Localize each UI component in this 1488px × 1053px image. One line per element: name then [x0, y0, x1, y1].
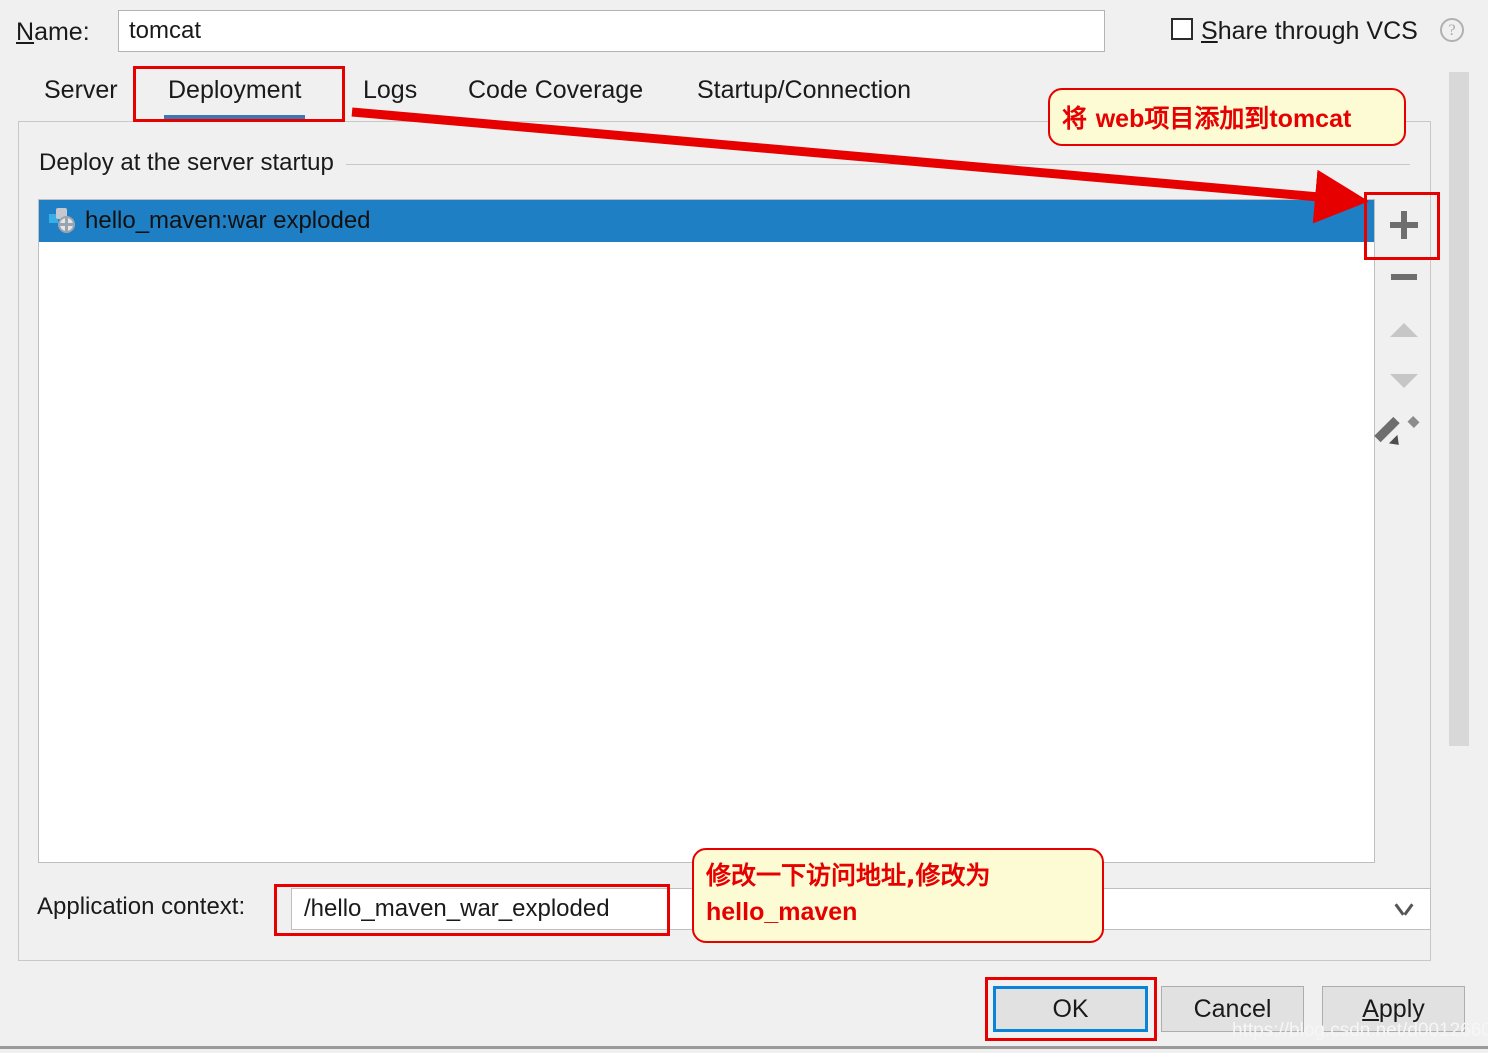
edit-button[interactable] — [1374, 406, 1432, 458]
callout-modify-context: 修改一下访问地址,修改为 hello_maven — [692, 848, 1104, 943]
share-label-rest: hare through VCS — [1217, 17, 1418, 45]
share-label-mnemonic: S — [1201, 17, 1218, 45]
callout-bottom-line2: hello_maven — [706, 898, 858, 926]
tab-server[interactable]: Server — [38, 64, 124, 120]
watermark: https://blog.csdn.net/d0012660464 — [1232, 1020, 1488, 1041]
group-title: Deploy at the server startup — [39, 149, 346, 177]
move-down-button[interactable] — [1376, 355, 1432, 407]
name-row: Name: Share through VCS ? — [0, 0, 1488, 62]
callout-top-line1-mid: 项目添加到 — [1144, 104, 1270, 133]
name-label-mnemonic: N — [16, 18, 35, 46]
chevron-down-icon[interactable] — [1396, 903, 1412, 919]
triangle-down-icon — [1390, 374, 1418, 388]
callout-add-web-project: 将 web项目添加到tomcat — [1048, 88, 1406, 146]
application-context-label: Application context: — [37, 893, 246, 920]
bottom-rule — [0, 1046, 1488, 1049]
help-icon[interactable]: ? — [1440, 18, 1464, 42]
vertical-scrollbar-thumb[interactable] — [1449, 72, 1469, 746]
remove-button[interactable] — [1376, 251, 1432, 303]
name-field[interactable] — [118, 10, 1105, 52]
tab-deployment[interactable]: Deployment — [162, 64, 307, 120]
minus-icon — [1391, 274, 1417, 280]
add-button[interactable] — [1376, 199, 1432, 251]
pencil-icon — [1374, 415, 1420, 450]
tab-startup-connection[interactable]: Startup/Connection — [691, 64, 917, 120]
share-through-vcs-label[interactable]: Share through VCS — [1201, 17, 1418, 45]
callout-bottom-line1: 修改一下访问地址,修改为 — [706, 861, 991, 890]
triangle-up-icon — [1390, 323, 1418, 337]
callout-top-line1-suffix: tomcat — [1269, 105, 1352, 133]
share-through-vcs-checkbox[interactable] — [1171, 18, 1193, 40]
tab-code-coverage[interactable]: Code Coverage — [462, 64, 649, 120]
ok-button[interactable]: OK — [993, 986, 1148, 1032]
list-item-label: hello_maven:war exploded — [85, 207, 371, 234]
name-input[interactable] — [119, 11, 1104, 51]
deployment-list-toolbar — [1374, 199, 1432, 863]
callout-top-line1-prefix: 将 — [1062, 104, 1096, 133]
callout-top-line1-web: web — [1095, 105, 1145, 133]
name-label: Name: — [16, 18, 90, 46]
plus-icon — [1390, 211, 1418, 239]
list-item[interactable]: hello_maven:war exploded — [39, 200, 1374, 242]
deployment-list[interactable]: hello_maven:war exploded — [38, 199, 1375, 863]
artifact-icon — [49, 207, 79, 235]
deployment-panel: Deploy at the server startup hello_maven… — [18, 121, 1431, 961]
tab-logs[interactable]: Logs — [357, 64, 423, 120]
move-up-button[interactable] — [1376, 304, 1432, 356]
name-label-rest: ame: — [34, 18, 90, 46]
